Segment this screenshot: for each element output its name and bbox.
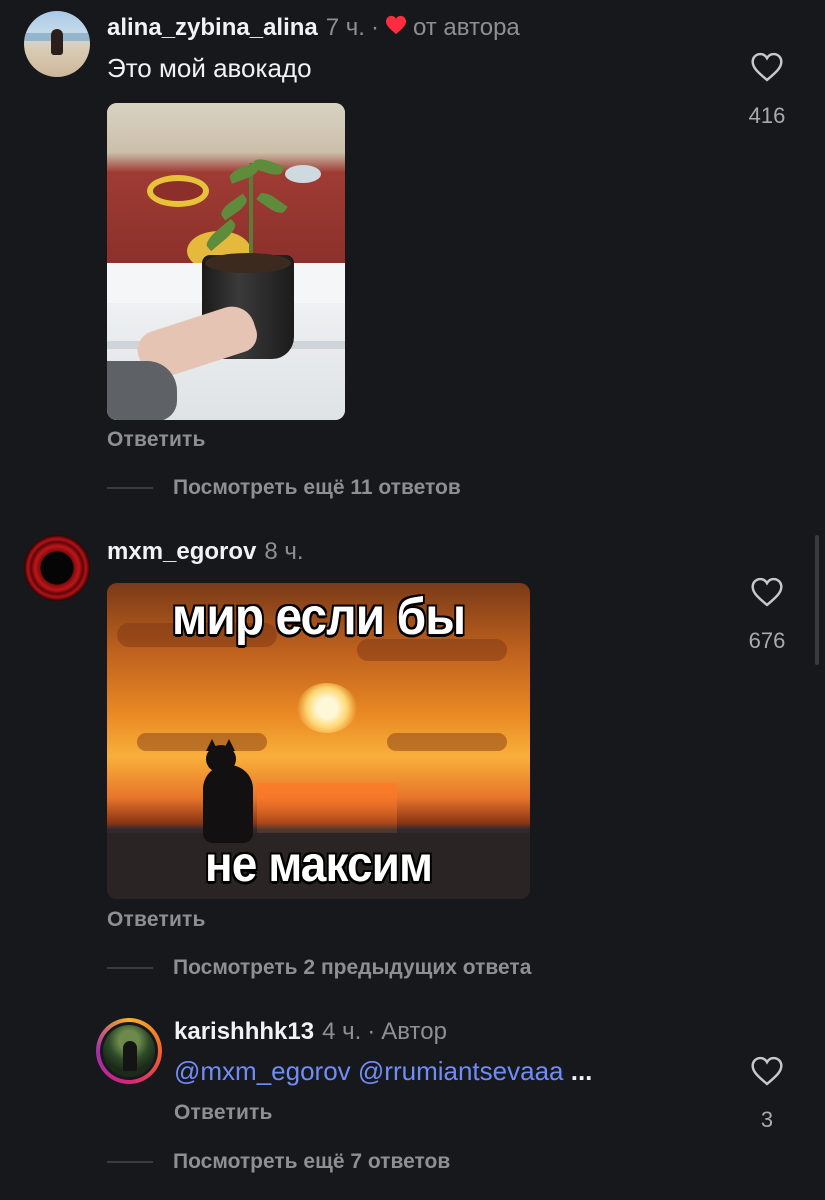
heart-icon[interactable] [737, 52, 797, 87]
meme-top-caption: мир если бы [171, 588, 466, 646]
view-more-replies-label: Посмотреть ещё 7 ответов [173, 1150, 451, 1173]
comment-header: alina_zybina_alina 7 ч. · от автора [107, 14, 520, 42]
comment-text: Это мой авокадо [107, 53, 312, 83]
divider [107, 1161, 153, 1163]
like-group: 3 [737, 1056, 797, 1133]
comments-screen: alina_zybina_alina 7 ч. · от автора Это … [0, 0, 825, 1200]
timestamp: 7 ч. [325, 14, 365, 41]
username[interactable]: karishhhk13 [174, 1018, 314, 1046]
like-group: 416 [737, 52, 797, 129]
avatar[interactable] [24, 11, 90, 77]
like-count: 416 [748, 103, 786, 128]
mention-link[interactable]: @rrumiantsevaaa [358, 1056, 564, 1086]
view-more-replies[interactable]: Посмотреть ещё 7 ответов [107, 1150, 450, 1174]
username[interactable]: mxm_egorov [107, 538, 256, 566]
comment-meme-image[interactable]: мир если бы не максим [107, 583, 530, 899]
divider [107, 487, 153, 489]
scrollbar[interactable] [815, 535, 819, 665]
reply-button[interactable]: Ответить [107, 908, 206, 932]
truncation-ellipsis[interactable]: ... [571, 1056, 593, 1086]
username[interactable]: alina_zybina_alina [107, 14, 318, 42]
author-badge: Автор [381, 1018, 447, 1045]
comment-photo[interactable] [107, 103, 345, 420]
view-more-replies-label: Посмотреть ещё 11 ответов [173, 476, 461, 499]
separator: · [370, 14, 379, 41]
view-previous-replies-label: Посмотреть 2 предыдущих ответа [173, 956, 532, 979]
view-previous-replies[interactable]: Посмотреть 2 предыдущих ответа [107, 956, 531, 980]
heart-icon[interactable] [737, 1056, 797, 1091]
reply-text: @mxm_egorov @rrumiantsevaaa ... [174, 1056, 592, 1087]
avatar[interactable] [24, 535, 90, 601]
comment-header: mxm_egorov 8 ч. [107, 538, 304, 566]
reply-header: karishhhk13 4 ч. · Автор [174, 1018, 447, 1046]
reply-button[interactable]: Ответить [107, 428, 206, 452]
like-count: 676 [748, 628, 786, 653]
view-more-replies[interactable]: Посмотреть ещё 11 ответов [107, 476, 461, 500]
avatar-story-ring[interactable] [96, 1018, 162, 1084]
meme-bottom-caption: не максим [204, 836, 433, 892]
author-heart-icon [385, 15, 407, 41]
reply-button[interactable]: Ответить [174, 1101, 273, 1125]
timestamp: 8 ч. [264, 538, 304, 565]
timestamp: 4 ч. [322, 1018, 362, 1045]
divider [107, 967, 153, 969]
heart-icon[interactable] [737, 577, 797, 612]
separator: · [367, 1018, 376, 1045]
like-group: 676 [737, 577, 797, 654]
liked-by-author-label: от автора [412, 14, 520, 41]
mention-link[interactable]: @mxm_egorov [174, 1056, 351, 1086]
like-count: 3 [760, 1107, 774, 1132]
